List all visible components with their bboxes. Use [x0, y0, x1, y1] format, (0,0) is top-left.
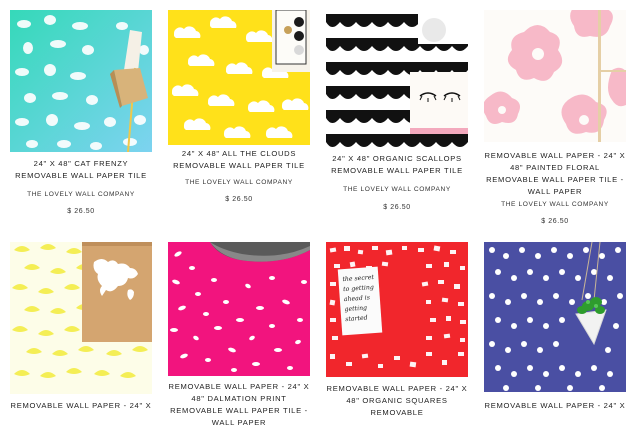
- product-image-cat-frenzy[interactable]: [10, 10, 152, 152]
- product-card-organic-scallops[interactable]: 24" x 48" Organic Scallops Removable Wal…: [326, 10, 468, 211]
- product-image-organic-scallops[interactable]: [326, 10, 468, 152]
- product-price: $ 26.50: [541, 218, 569, 225]
- product-card-dalmation-print[interactable]: Removable Wall Paper - 24" x 48" Dalmati…: [168, 242, 310, 427]
- product-title[interactable]: 24" x 48" Organic Scallops Removable Wal…: [326, 153, 468, 177]
- product-vendor: THE LOVELY WALL COMPANY: [27, 191, 135, 198]
- product-card-organic-squares[interactable]: the secret to getting ahead is getting s…: [326, 242, 468, 417]
- product-card-yellow-brush[interactable]: Removable Wall Paper - 24" x: [10, 242, 152, 410]
- product-card-painted-floral[interactable]: Removable Wall Paper - 24" x 48" Painted…: [484, 10, 626, 225]
- product-price: $ 26.50: [67, 208, 95, 215]
- product-title[interactable]: Removable Wall Paper - 24" x: [10, 400, 152, 412]
- product-image-yellow-brush[interactable]: [10, 242, 152, 394]
- product-image-navy-dots[interactable]: [484, 242, 626, 392]
- product-vendor: THE LOVELY WALL COMPANY: [185, 179, 293, 186]
- product-image-all-the-clouds[interactable]: [168, 10, 310, 152]
- product-image-painted-floral[interactable]: [484, 10, 626, 152]
- product-vendor: THE LOVELY WALL COMPANY: [343, 186, 451, 193]
- product-image-dalmation-print[interactable]: [168, 242, 310, 376]
- product-card-navy-dots[interactable]: Removable Wall Paper - 24" x: [484, 242, 626, 410]
- product-card-all-the-clouds[interactable]: 24" x 48" All the Clouds Removable Wall …: [168, 10, 310, 203]
- product-title[interactable]: Removable Wall Paper - 24" x: [484, 400, 626, 412]
- product-price: $ 26.50: [383, 204, 411, 211]
- product-title[interactable]: Removable Wall Paper - 24" x 48" Dalmati…: [168, 381, 310, 429]
- product-price: $ 26.50: [225, 196, 253, 203]
- product-title[interactable]: Removable Wall Paper - 24" x 48" Painted…: [484, 150, 626, 198]
- product-title[interactable]: Removable Wall Paper - 24" x 48" Organic…: [326, 383, 468, 419]
- product-vendor: THE LOVELY WALL COMPANY: [501, 201, 609, 208]
- product-title[interactable]: 24" x 48" Cat Frenzy Removable Wall Pape…: [10, 158, 152, 182]
- product-title[interactable]: 24" x 48" All the Clouds Removable Wall …: [168, 148, 310, 172]
- product-card-cat-frenzy[interactable]: 24" x 48" Cat Frenzy Removable Wall Pape…: [10, 10, 152, 215]
- product-image-organic-squares[interactable]: the secret to getting ahead is getting s…: [326, 242, 468, 377]
